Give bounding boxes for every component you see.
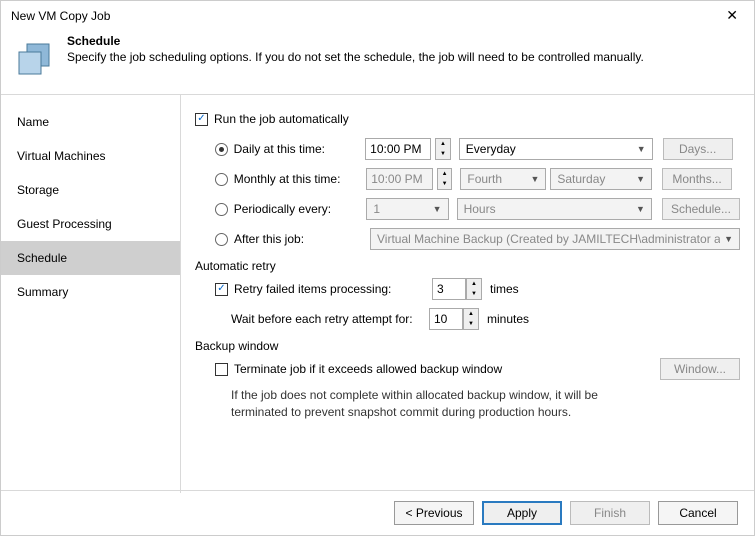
daily-time-spinner[interactable]: ▲▼ <box>435 138 451 160</box>
monthly-radio[interactable] <box>215 173 228 186</box>
daily-label: Daily at this time: <box>234 142 366 156</box>
periodic-label: Periodically every: <box>234 202 367 216</box>
monthly-time-input: 10:00 PM <box>366 168 433 190</box>
monthly-ordinal-select: Fourth▼ <box>460 168 546 190</box>
window-title: New VM Copy Job <box>11 9 720 23</box>
retry-section-label: Automatic retry <box>195 259 740 273</box>
periodic-unit-select: Hours▼ <box>457 198 652 220</box>
window-description: If the job does not complete within allo… <box>195 387 635 421</box>
daily-time-input[interactable]: 10:00 PM <box>365 138 431 160</box>
header-subtext: Specify the job scheduling options. If y… <box>67 50 644 64</box>
sidebar-item-summary[interactable]: Summary <box>1 275 180 309</box>
schedule-button: Schedule... <box>662 198 740 220</box>
apply-button[interactable]: Apply <box>482 501 562 525</box>
close-icon[interactable]: ✕ <box>720 7 744 24</box>
monthly-label: Monthly at this time: <box>234 172 367 186</box>
retry-count-input[interactable]: 3 <box>432 278 466 300</box>
periodic-radio[interactable] <box>215 203 228 216</box>
periodic-value-select: 1▼ <box>366 198 448 220</box>
after-job-label: After this job: <box>234 232 370 246</box>
cancel-button[interactable]: Cancel <box>658 501 738 525</box>
window-section-label: Backup window <box>195 339 740 353</box>
wait-value-input[interactable]: 10 <box>429 308 463 330</box>
finish-button: Finish <box>570 501 650 525</box>
monthly-day-select: Saturday▼ <box>550 168 652 190</box>
monthly-time-spinner: ▲▼ <box>437 168 453 190</box>
after-job-radio[interactable] <box>215 233 228 246</box>
sidebar-item-virtual-machines[interactable]: Virtual Machines <box>1 139 180 173</box>
retry-count-spinner[interactable]: ▲▼ <box>466 278 482 300</box>
daily-radio[interactable] <box>215 143 228 156</box>
times-label: times <box>490 282 519 296</box>
wait-value-spinner[interactable]: ▲▼ <box>463 308 479 330</box>
minutes-label: minutes <box>487 312 529 326</box>
terminate-checkbox[interactable] <box>215 363 228 376</box>
days-button: Days... <box>663 138 733 160</box>
months-button: Months... <box>662 168 732 190</box>
chevron-down-icon: ▼ <box>637 144 646 154</box>
sidebar-item-storage[interactable]: Storage <box>1 173 180 207</box>
daily-recurrence-select[interactable]: Everyday▼ <box>459 138 653 160</box>
window-button: Window... <box>660 358 740 380</box>
wait-label: Wait before each retry attempt for: <box>231 312 429 326</box>
previous-button[interactable]: < Previous <box>394 501 474 525</box>
run-auto-label: Run the job automatically <box>214 112 349 126</box>
schedule-icon <box>13 38 57 82</box>
header-heading: Schedule <box>67 34 644 48</box>
retry-label: Retry failed items processing: <box>234 282 432 296</box>
sidebar-item-guest-processing[interactable]: Guest Processing <box>1 207 180 241</box>
sidebar-item-name[interactable]: Name <box>1 105 180 139</box>
run-auto-checkbox[interactable]: ✓ <box>195 113 208 126</box>
terminate-label: Terminate job if it exceeds allowed back… <box>234 362 660 376</box>
wizard-sidebar: Name Virtual Machines Storage Guest Proc… <box>1 95 181 493</box>
retry-checkbox[interactable]: ✓ <box>215 283 228 296</box>
sidebar-item-schedule[interactable]: Schedule <box>1 241 180 275</box>
after-job-select: Virtual Machine Backup (Created by JAMIL… <box>370 228 740 250</box>
